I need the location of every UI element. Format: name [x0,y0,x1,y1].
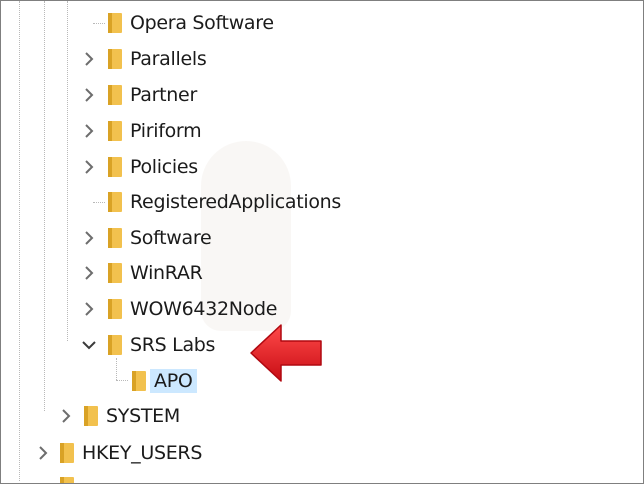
tree-item-label: Policies [130,156,198,178]
chevron-right-icon[interactable] [81,121,97,141]
tree-item-policies[interactable]: Policies [1,150,641,184]
folder-icon [105,119,123,143]
folder-icon [57,475,75,483]
tree-item-label: Opera Software [130,12,274,34]
tree-item-registeredapplications[interactable]: RegisteredApplications [1,185,641,219]
chevron-right-icon[interactable] [81,157,97,177]
folder-icon [105,226,123,250]
tree-item-parallels[interactable]: Parallels [1,42,641,76]
folder-icon [81,404,99,428]
folder-icon [105,155,123,179]
tree-item-label: Parallels [130,48,207,70]
tree-item-system[interactable]: SYSTEM [1,399,641,433]
tree-item-piriform[interactable]: Piriform [1,114,641,148]
tree-item-label: Software [130,227,212,249]
folder-icon [105,261,123,285]
tree-item-label-selected: APO [150,369,197,393]
registry-tree-panel: Opera Software Parallels Partner Pirifor… [0,0,644,484]
chevron-right-icon[interactable] [81,49,97,69]
folder-icon [105,297,123,321]
folder-icon [105,333,123,357]
folder-icon [105,47,123,71]
tree-item-partner[interactable]: Partner [1,78,641,112]
tree-item-label: HKEY_USERS [82,442,203,464]
chevron-right-icon[interactable] [58,406,74,426]
tree-item-label: SRS Labs [130,334,216,356]
tree-item-hkey-users[interactable]: HKEY_USERS [1,436,641,470]
chevron-right-icon[interactable] [81,228,97,248]
chevron-right-icon[interactable] [81,299,97,319]
tree-item-opera-software[interactable]: Opera Software [1,6,641,40]
folder-icon [105,83,123,107]
tree-item-label: Piriform [130,120,202,142]
tree-item-software[interactable]: Software [1,221,641,255]
tree-item-label: WOW6432Node [130,298,278,320]
red-arrow-icon [249,322,323,388]
folder-icon [129,369,147,393]
tree-item-label: WinRAR [130,262,203,284]
tree-item-label: RegisteredApplications [130,191,342,213]
chevron-down-icon[interactable] [81,335,97,355]
tree-item-wow6432node[interactable]: WOW6432Node [1,292,641,326]
folder-icon [57,441,75,465]
tree-item-label: SYSTEM [106,405,180,427]
chevron-right-icon[interactable] [81,263,97,283]
tree-item-label: Partner [130,84,197,106]
tree-item-winrar[interactable]: WinRAR [1,256,641,290]
folder-icon [105,190,123,214]
chevron-right-icon[interactable] [35,443,51,463]
chevron-right-icon[interactable] [81,85,97,105]
folder-icon [105,11,123,35]
